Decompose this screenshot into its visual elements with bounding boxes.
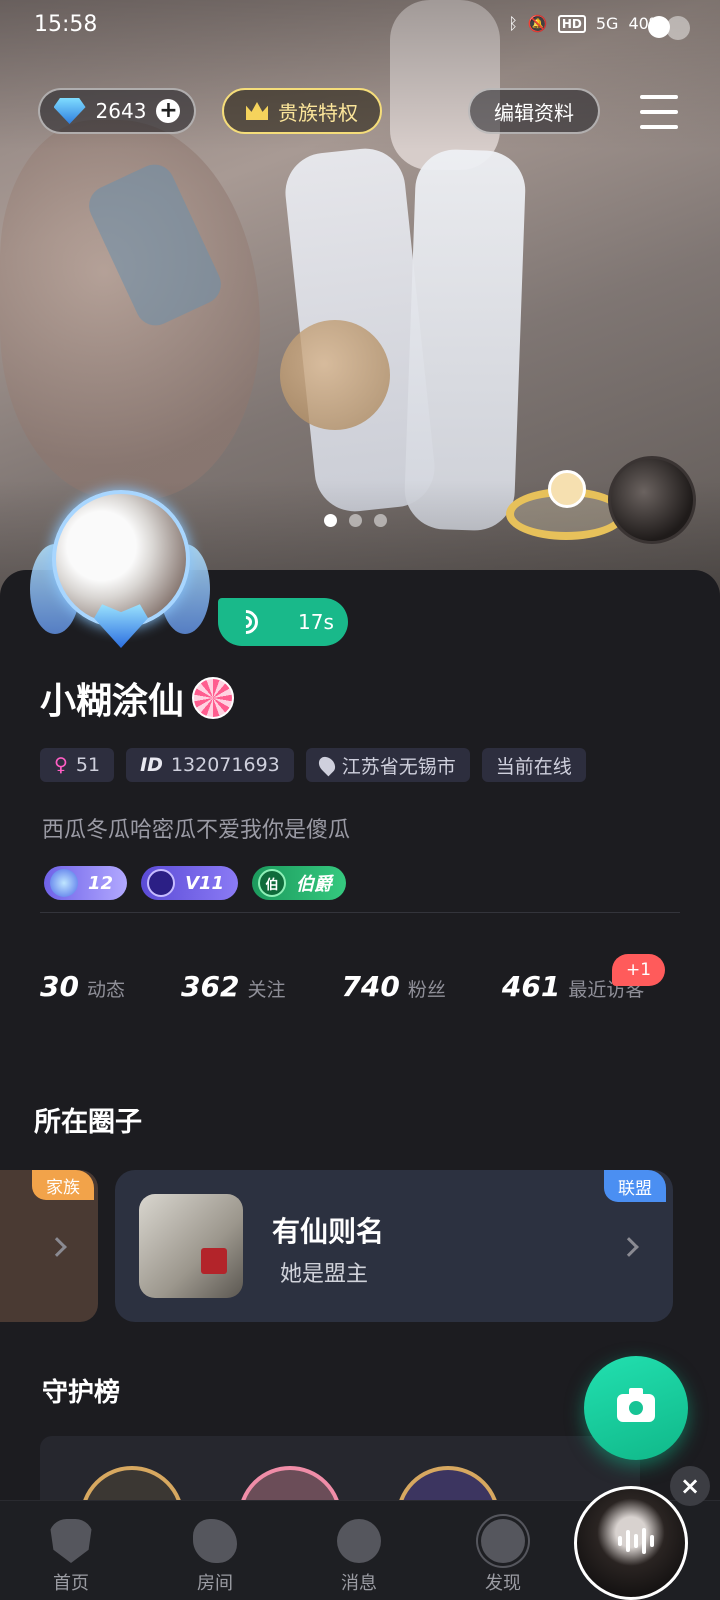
bluetooth-icon: ᛒ [508, 14, 518, 33]
carousel-dot [374, 514, 387, 527]
alliance-role: 她是盟主 [280, 1262, 369, 1287]
close-icon[interactable]: × [670, 1466, 710, 1506]
network-label: 5G [595, 14, 619, 33]
seal-icon [201, 1248, 227, 1274]
vip-privilege-button[interactable]: 贵族特权 [222, 88, 382, 134]
stat-posts[interactable]: 30 动态 [40, 970, 125, 1003]
nav-home[interactable]: 首页 [26, 1519, 116, 1595]
vip-level-value: V11 [185, 872, 225, 894]
room-icon [193, 1519, 237, 1563]
profile-name-row: 小糊涂仙 [40, 672, 235, 724]
stat-value: 362 [180, 970, 240, 1003]
partner-avatar[interactable] [608, 456, 696, 544]
stat-fans[interactable]: 740 粉丝 [341, 970, 445, 1003]
stat-label: 粉丝 [407, 979, 446, 1001]
stat-label: 动态 [86, 979, 125, 1001]
wealth-level-badge[interactable]: 12 [44, 866, 128, 900]
stat-value: 30 [40, 970, 79, 1003]
nav-label: 首页 [53, 1573, 89, 1594]
alliance-image [139, 1194, 243, 1298]
live-duration: 17s [298, 610, 334, 634]
family-tag: 家族 [32, 1170, 94, 1200]
profile-signature: 西瓜冬瓜哈密瓜不爱我你是傻瓜 [42, 818, 351, 843]
camera-button[interactable] [584, 1356, 688, 1460]
female-icon: ♀ [54, 754, 68, 776]
nav-label: 房间 [197, 1573, 233, 1594]
edit-profile-label: 编辑资料 [494, 100, 574, 125]
online-status-value: 当前在线 [495, 755, 572, 778]
battery-icon-shadow [666, 16, 690, 40]
nav-messages[interactable]: 消息 [314, 1519, 404, 1595]
user-id-tag[interactable]: ID 132071693 [126, 748, 294, 782]
wealth-level-value: 12 [88, 872, 114, 894]
divider [40, 912, 680, 913]
user-id-value: 132071693 [170, 754, 280, 776]
pet-icon [548, 470, 586, 508]
add-icon[interactable]: + [156, 99, 181, 123]
diamond-count: 2643 [95, 99, 147, 123]
id-icon: ID [140, 754, 163, 776]
diamond-balance-button[interactable]: 2643 + [38, 88, 196, 134]
gender-age-tag: ♀ 51 [40, 748, 115, 782]
location-value: 江苏省无锡市 [341, 755, 456, 778]
diamond-icon [53, 98, 86, 124]
live-status-badge[interactable]: 17s [218, 598, 348, 646]
online-status-tag: 当前在线 [481, 748, 586, 782]
crown-icon [246, 102, 268, 120]
vip-level-badge[interactable]: V11 [141, 866, 239, 900]
stat-following[interactable]: 362 关注 [181, 970, 285, 1003]
nav-label: 消息 [341, 1573, 377, 1594]
profile-tags: ♀ 51 ID 132071693 江苏省无锡市 当前在线 [40, 748, 586, 782]
avatar[interactable] [52, 490, 190, 628]
profile-name: 小糊涂仙 [40, 681, 185, 722]
broadcast-icon [229, 605, 263, 639]
hd-icon: HD [557, 14, 586, 33]
vip-label: 贵族特权 [278, 100, 358, 125]
status-bar: 15:58 ᛒ 🔕 HD 5G 40% [0, 10, 720, 44]
new-visitor-badge: +1 [612, 954, 666, 986]
location-pin-icon [315, 753, 339, 777]
stat-label: 关注 [247, 979, 286, 1001]
carousel-dot [324, 514, 337, 527]
noble-rank-value: 伯爵 [296, 874, 333, 895]
edit-profile-button[interactable]: 编辑资料 [468, 88, 600, 134]
message-icon [337, 1519, 381, 1563]
carousel-dots [324, 514, 387, 527]
planet-icon [481, 1519, 525, 1563]
guard-title: 守护榜 [42, 1378, 121, 1408]
profile-stats: 30 动态 362 关注 740 粉丝 461 最近访客 [40, 970, 700, 1003]
carousel-dot [349, 514, 362, 527]
level-badges: 12 V11 伯 伯爵 [44, 866, 347, 900]
location-tag: 江苏省无锡市 [305, 748, 470, 782]
menu-icon[interactable] [640, 95, 678, 129]
audio-wave-icon [618, 1528, 654, 1554]
status-icons: ᛒ 🔕 HD 5G 40% [508, 14, 664, 33]
vip-triangle-icon [147, 869, 176, 897]
lollipop-icon [192, 677, 235, 719]
noble-rank-badge[interactable]: 伯 伯爵 [252, 866, 347, 900]
nav-discover[interactable]: 发现 [458, 1519, 548, 1595]
camera-icon [617, 1388, 655, 1422]
stat-value: 461 [501, 970, 561, 1003]
nav-room[interactable]: 房间 [170, 1519, 260, 1595]
gem-icon [50, 869, 78, 897]
mask-icon [49, 1519, 93, 1563]
circles-title: 所在圈子 [34, 1107, 142, 1138]
age-value: 51 [75, 754, 101, 776]
shield-icon: 伯 [258, 869, 287, 897]
alliance-name: 有仙则名 [272, 1215, 385, 1248]
status-time: 15:58 [34, 12, 98, 37]
alliance-tag: 联盟 [604, 1170, 666, 1202]
mute-icon: 🔕 [527, 14, 548, 33]
nav-label: 发现 [485, 1573, 521, 1594]
stat-value: 740 [341, 970, 400, 1003]
avatar-frame[interactable] [30, 484, 210, 654]
